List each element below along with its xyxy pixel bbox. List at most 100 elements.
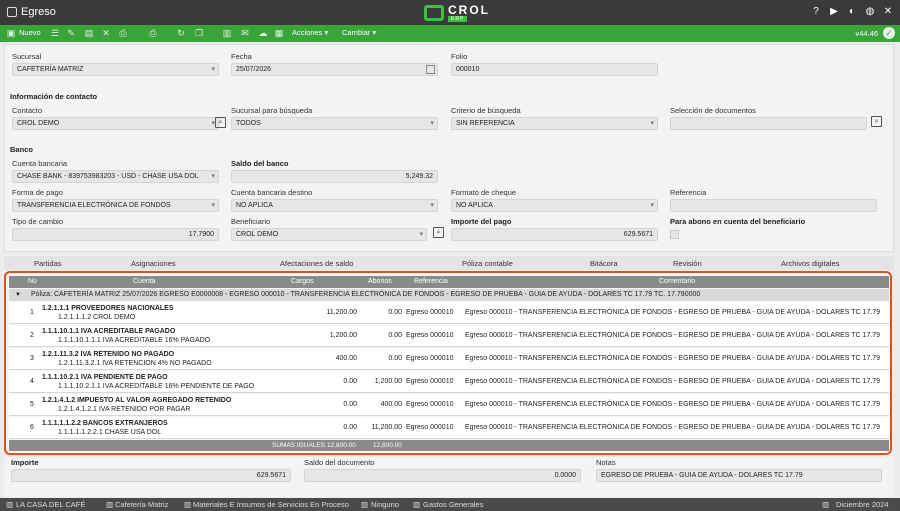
- cheque-select[interactable]: NO APLICA ▾: [451, 199, 658, 212]
- sucursal-select[interactable]: CAFETERÍA MATRIZ ▾: [12, 63, 219, 76]
- row-referencia: Egreso 000010: [406, 424, 454, 431]
- tipo-cambio-field[interactable]: 17.7900: [12, 228, 219, 241]
- table-row[interactable]: 3 1.2.1.11.3.2 IVA RETENIDO NO PAGADO 1.…: [9, 348, 889, 370]
- row-account-name: 1.2.1.11.3.2 IVA RETENIDO NO PAGADO: [42, 351, 175, 358]
- cuenta-select[interactable]: CHASE BANK - 839753983203 - USD - CHASE …: [12, 170, 219, 183]
- importe-pago-field[interactable]: 629.5671: [451, 228, 658, 241]
- col-referencia[interactable]: Referencia: [414, 278, 448, 285]
- save-icon[interactable]: ▣: [6, 27, 16, 39]
- collapse-triangle-icon[interactable]: ▼: [15, 289, 21, 301]
- print-options-icon[interactable]: ⎙: [148, 27, 158, 39]
- actions-menu[interactable]: Acciones ▾: [292, 28, 328, 37]
- table-row[interactable]: 5 1.2.1.4.1.2 IMPUESTO AL VALOR AGREGADO…: [9, 394, 889, 416]
- status-none[interactable]: Ninguno: [371, 500, 399, 509]
- status-bar: ▥ LA CASA DEL CAFÉ ▥ Cafetería Matriz ▥ …: [0, 498, 900, 511]
- notas-field[interactable]: EGRESO DE PRUEBA - GUIA DE AYUDA - DOLAR…: [596, 469, 882, 482]
- calendar-icon: ▥: [822, 500, 830, 509]
- row-abonos: 1,200.00: [374, 378, 402, 385]
- row-account-name: 1.1.1.10.1.1 IVA ACREDITABLE PAGADO: [42, 328, 176, 335]
- row-no: 3: [30, 355, 34, 362]
- forma-select[interactable]: TRANSFERENCIA ELECTRÓNICA DE FONDOS ▾: [12, 199, 219, 212]
- col-cuenta[interactable]: Cuenta: [133, 278, 156, 285]
- tab-afectaciones[interactable]: Afectaciones de saldo: [280, 259, 353, 268]
- status-category[interactable]: Materiales E Insumos de Servicios En Pro…: [193, 500, 349, 509]
- window-icon: [7, 7, 17, 17]
- window-title: Egreso: [21, 6, 56, 18]
- table-row[interactable]: 4 1.1.1.10.2.1 IVA PENDIENTE DE PAGO 1.1…: [9, 371, 889, 393]
- col-cargos[interactable]: Cargos: [291, 278, 314, 285]
- poliza-text: Póliza: CAFETERÍA MATRIZ 25/07/2026 EGRE…: [31, 291, 701, 298]
- abono-checkbox[interactable]: [670, 230, 679, 239]
- calendar-icon[interactable]: [426, 65, 435, 74]
- email-icon[interactable]: ✉: [240, 27, 250, 39]
- video-icon[interactable]: ▶: [828, 6, 840, 18]
- contacto-select[interactable]: CROL DEMO ▾: [12, 117, 219, 130]
- documents-search-icon[interactable]: ⌕: [871, 116, 882, 127]
- status-branch[interactable]: Cafetería Matriz: [115, 500, 168, 509]
- grid-header: No Cuenta Cargos Abonos Referencia Comen…: [9, 276, 889, 288]
- referencia-field[interactable]: [670, 199, 877, 212]
- contact-search-icon[interactable]: ⌕: [215, 117, 226, 128]
- row-account-name: 1.2.1.4.1.2 IMPUESTO AL VALOR AGREGADO R…: [42, 397, 232, 404]
- row-account-name: 1.1.1.10.2.1 IVA PENDIENTE DE PAGO: [42, 374, 168, 381]
- tab-poliza[interactable]: Póliza contable: [462, 259, 513, 268]
- poliza-group-row[interactable]: ▼ Póliza: CAFETERÍA MATRIZ 25/07/2026 EG…: [9, 289, 889, 301]
- new-button[interactable]: Nuevo: [19, 28, 41, 37]
- cloud-icon[interactable]: ☁: [258, 27, 268, 39]
- cancel-icon[interactable]: ✕: [101, 27, 111, 39]
- branch-icon: ▥: [106, 500, 114, 509]
- col-comentario[interactable]: Comentario: [659, 278, 695, 285]
- help-icon[interactable]: ?: [810, 6, 822, 18]
- globe-icon[interactable]: ◍: [864, 6, 876, 18]
- title-bar: Egreso CROL ERP ? ▶ ◐ ◍ ✕: [0, 0, 900, 25]
- expense-icon: ▥: [413, 500, 421, 509]
- row-no: 2: [30, 332, 34, 339]
- sucursal-busqueda-select[interactable]: TODOS ▾: [231, 117, 438, 130]
- row-no: 1: [30, 309, 34, 316]
- criterio-select[interactable]: SIN REFERENCIA ▾: [451, 117, 658, 130]
- row-account-name: 1.2.1.1.1 PROVEEDORES NACIONALES: [42, 305, 174, 312]
- chevron-down-icon: ▾: [211, 173, 215, 180]
- logo-mark-icon: [424, 5, 444, 21]
- table-row[interactable]: 1 1.2.1.1.1 PROVEEDORES NACIONALES 1.2.1…: [9, 302, 889, 324]
- copy-icon[interactable]: ❐: [194, 27, 204, 39]
- col-no[interactable]: No: [28, 278, 37, 285]
- fecha-field[interactable]: 25/07/2026: [231, 63, 438, 76]
- tab-revision[interactable]: Revisión: [673, 259, 702, 268]
- close-icon[interactable]: ✕: [882, 6, 894, 18]
- folio-field[interactable]: 000010: [451, 63, 658, 76]
- list-icon[interactable]: ☰: [50, 27, 60, 39]
- edit-icon[interactable]: ✎: [66, 27, 76, 39]
- contact-section-title: Información de contacto: [10, 92, 98, 101]
- abono-label: Para abono en cuenta del beneficiario: [670, 217, 806, 226]
- tipo-cambio-label: Tipo de cambio: [12, 217, 63, 226]
- beneficiario-label: Beneficiario: [231, 217, 271, 226]
- importe-label: Importe: [11, 458, 39, 467]
- theme-icon[interactable]: ◐: [846, 6, 858, 18]
- attach-icon[interactable]: ▥: [222, 27, 232, 39]
- criterio-label: Criterio de búsqueda: [451, 106, 521, 115]
- status-company[interactable]: LA CASA DEL CAFÉ: [16, 500, 85, 509]
- export-icon[interactable]: ▦: [274, 27, 284, 39]
- status-period[interactable]: Diciembre 2024: [836, 500, 889, 509]
- refresh-icon[interactable]: ↻: [176, 27, 186, 39]
- tab-asignaciones[interactable]: Asignaciones: [131, 259, 176, 268]
- beneficiario-select[interactable]: CROL DEMO ▾: [231, 228, 427, 241]
- table-row[interactable]: 2 1.1.1.10.1.1 IVA ACREDITABLE PAGADO 1.…: [9, 325, 889, 347]
- row-abonos: 400.00: [380, 401, 402, 408]
- document-icon[interactable]: ▤: [84, 27, 94, 39]
- print-icon[interactable]: ⎙: [118, 27, 128, 39]
- seleccion-field[interactable]: [670, 117, 867, 130]
- tab-archivos[interactable]: Archivos digitales: [781, 259, 839, 268]
- status-expense[interactable]: Gastos Generales: [423, 500, 483, 509]
- col-abonos[interactable]: Abonos: [368, 278, 392, 285]
- importe-field: 629.5671: [11, 469, 291, 482]
- table-row[interactable]: 6 1.1.1.1.1.2.2 BANCOS EXTRANJEROS 1.1.1…: [9, 417, 889, 439]
- change-menu[interactable]: Cambiar ▾: [342, 28, 376, 37]
- tab-bitacora[interactable]: Bitácora: [590, 259, 618, 268]
- tab-partidas[interactable]: Partidas: [34, 259, 62, 268]
- beneficiario-search-icon[interactable]: ⌕: [433, 227, 444, 238]
- row-abonos: 11,200.00: [371, 424, 402, 431]
- destino-select[interactable]: NO APLICA ▾: [231, 199, 438, 212]
- row-no: 4: [30, 378, 34, 385]
